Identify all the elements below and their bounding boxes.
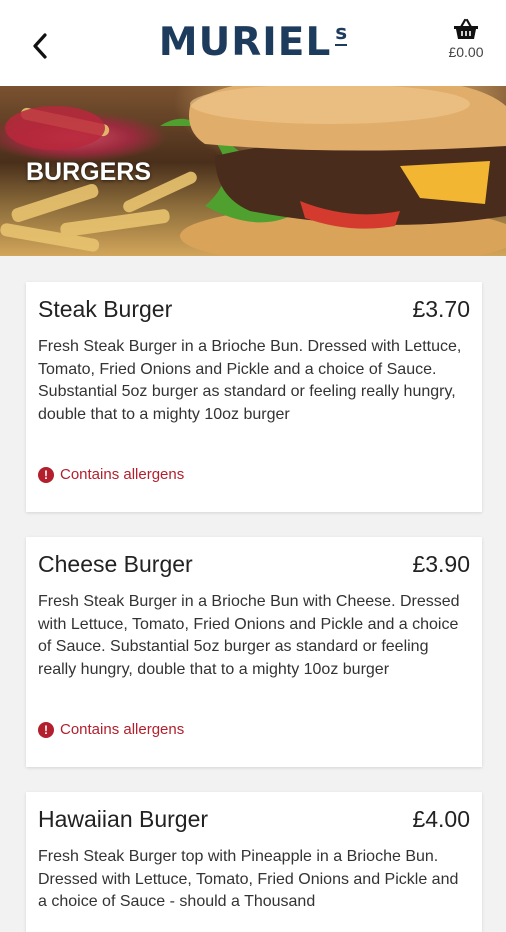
- item-name: Steak Burger: [38, 296, 173, 322]
- logo-suffix: s: [335, 20, 348, 46]
- item-name: Hawaiian Burger: [38, 806, 209, 832]
- item-description: Fresh Steak Burger in a Brioche Bun with…: [38, 593, 460, 678]
- category-title: BURGERS: [26, 158, 152, 186]
- item-name: Cheese Burger: [38, 551, 193, 577]
- menu-item-card[interactable]: Steak Burger £3.70 Fresh Steak Burger in…: [26, 282, 482, 512]
- basket-icon: [454, 18, 478, 39]
- allergen-link[interactable]: ! Contains allergens: [38, 466, 184, 483]
- logo-text: MURIEL: [158, 19, 332, 65]
- allergen-link[interactable]: ! Contains allergens: [38, 721, 184, 738]
- brand-logo: MURIEL s: [0, 18, 506, 66]
- alert-icon: !: [38, 721, 54, 738]
- alert-icon: !: [38, 466, 54, 483]
- allergen-label: Contains allergens: [60, 721, 185, 738]
- allergen-label: Contains allergens: [60, 466, 185, 483]
- basket-button[interactable]: £0.00: [440, 18, 492, 60]
- basket-total: £0.00: [448, 44, 484, 60]
- menu-item-card[interactable]: Hawaiian Burger £4.00 Fresh Steak Burger…: [26, 792, 482, 932]
- menu-item-card[interactable]: Cheese Burger £3.90 Fresh Steak Burger i…: [26, 537, 482, 767]
- item-description: Fresh Steak Burger in a Brioche Bun. Dre…: [38, 338, 462, 423]
- app-header: MURIEL s £0.00: [0, 0, 506, 86]
- item-price: £3.70: [412, 296, 470, 322]
- item-price: £3.90: [412, 551, 470, 577]
- category-banner: BURGERS: [0, 86, 506, 256]
- item-description: Fresh Steak Burger top with Pineapple in…: [38, 848, 459, 910]
- item-price: £4.00: [412, 806, 470, 832]
